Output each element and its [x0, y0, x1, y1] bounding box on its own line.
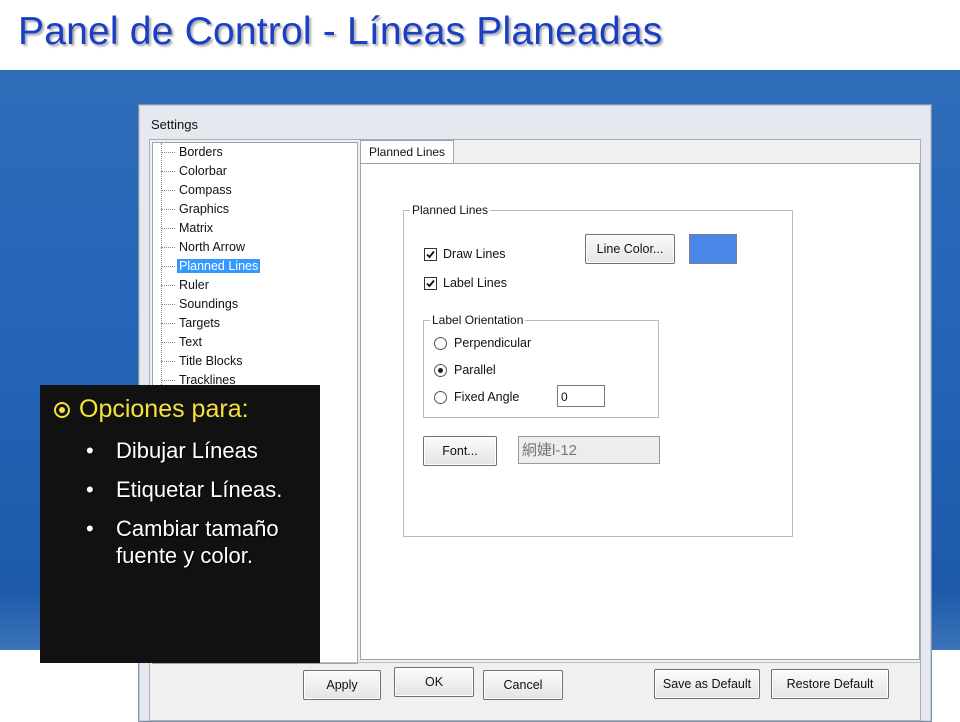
tab-pane-planned-lines: Planned Lines Draw Lines Label Lines Lin… — [360, 163, 920, 660]
tab-strip: Planned Lines — [360, 140, 920, 164]
radio-fixed-angle[interactable]: Fixed Angle — [434, 390, 519, 404]
tree-connector — [161, 152, 175, 154]
tree-item[interactable]: Title Blocks — [161, 352, 244, 371]
callout-heading: Opciones para: — [54, 395, 249, 424]
callout-box: Opciones para: • Dibujar Líneas • Etiquetar… — [40, 385, 320, 663]
tree-item[interactable]: Ruler — [161, 276, 211, 295]
radio-perpendicular-dot — [434, 336, 447, 350]
tree-connector — [161, 228, 175, 230]
tree-connector — [161, 323, 175, 325]
tree-item-label: North Arrow — [179, 240, 245, 254]
tree-item[interactable]: Planned Lines — [161, 257, 261, 276]
tree-item-label: Colorbar — [179, 164, 227, 178]
tree-item[interactable]: Borders — [161, 143, 225, 162]
radio-fixed-angle-dot — [434, 390, 447, 404]
tree-item[interactable]: Colorbar — [161, 162, 229, 181]
callout-list-item: • Dibujar Líneas — [86, 437, 311, 464]
callout-list-item-text: Etiquetar Líneas. — [116, 477, 283, 502]
draw-lines-checkbox[interactable]: Draw Lines — [424, 247, 506, 261]
slide-title: Panel de Control - Líneas Planeadas — [18, 10, 663, 53]
save-as-default-button[interactable]: Save as Default — [654, 669, 760, 699]
tree-connector — [161, 380, 175, 382]
line-color-button[interactable]: Line Color... — [585, 234, 675, 264]
tree-item[interactable]: North Arrow — [161, 238, 247, 257]
tree-item-label: Targets — [179, 316, 220, 330]
tree-connector — [161, 361, 175, 363]
radio-parallel-label: Parallel — [454, 363, 496, 377]
tree-item-label: Matrix — [179, 221, 214, 235]
apply-button[interactable]: Apply — [303, 670, 381, 700]
callout-list-item: • Cambiar tamaño fuente y color. — [86, 515, 311, 569]
fixed-angle-input[interactable]: 0 — [557, 385, 605, 407]
dialog-title: Settings — [151, 117, 198, 132]
planned-lines-group: Planned Lines Draw Lines Label Lines Lin… — [403, 203, 793, 537]
label-lines-checkbox[interactable]: Label Lines — [424, 276, 507, 290]
tree-item-label: Planned Lines — [177, 259, 261, 273]
tree-item-label: Text — [179, 335, 202, 349]
radio-perpendicular-label: Perpendicular — [454, 336, 532, 350]
tree-connector — [161, 266, 175, 268]
bullet-icon: • — [86, 516, 94, 541]
radio-parallel[interactable]: Parallel — [434, 363, 496, 377]
bullet-icon: • — [86, 477, 94, 502]
draw-lines-check-icon — [424, 247, 437, 261]
tree-connector — [161, 342, 175, 344]
font-preview: 絅婕l-12 — [518, 436, 660, 464]
cancel-button[interactable]: Cancel — [483, 670, 563, 700]
tree-item[interactable]: Compass — [161, 181, 234, 200]
tab-planned-lines[interactable]: Planned Lines — [360, 140, 455, 163]
tree-connector — [161, 247, 175, 249]
tree-item[interactable]: Targets — [161, 314, 222, 333]
ok-button[interactable]: OK — [394, 667, 474, 697]
tree-item-label: Title Blocks — [179, 354, 243, 368]
tree-connector — [161, 304, 175, 306]
font-button[interactable]: Font... — [423, 436, 497, 466]
tree-item-label: Borders — [179, 145, 223, 159]
tree-item-label: Compass — [179, 183, 232, 197]
callout-list-item-text: Dibujar Líneas — [116, 438, 258, 463]
tree-item[interactable]: Soundings — [161, 295, 240, 314]
callout-list: • Dibujar Líneas • Etiquetar Líneas. • Cambia… — [86, 437, 311, 581]
label-orientation-group: Label Orientation Perpendicular Parallel… — [423, 313, 659, 418]
label-orientation-legend: Label Orientation — [430, 313, 526, 327]
label-lines-check-icon — [424, 276, 437, 290]
bullet-icon: • — [86, 438, 94, 463]
line-color-swatch — [689, 234, 737, 264]
tree-item[interactable]: Matrix — [161, 219, 215, 238]
radio-fixed-angle-label: Fixed Angle — [454, 390, 520, 404]
tree-item-label: Soundings — [179, 297, 239, 311]
planned-lines-group-legend: Planned Lines — [410, 203, 491, 217]
tree-item[interactable]: Graphics — [161, 200, 231, 219]
tree-connector — [161, 171, 175, 173]
tree-connector — [161, 209, 175, 211]
target-bullet-icon — [54, 401, 70, 418]
draw-lines-label: Draw Lines — [443, 247, 506, 261]
tree-connector — [161, 285, 175, 287]
restore-default-button[interactable]: Restore Default — [771, 669, 889, 699]
callout-list-item-text: Cambiar tamaño fuente y color. — [116, 516, 279, 568]
radio-parallel-dot — [434, 363, 447, 377]
tree-item-label: Graphics — [179, 202, 230, 216]
tree-item[interactable]: Text — [161, 333, 204, 352]
tree-connector — [161, 190, 175, 192]
callout-list-item: • Etiquetar Líneas. — [86, 476, 311, 503]
label-lines-label: Label Lines — [443, 276, 507, 290]
tree-item-label: Ruler — [179, 278, 209, 292]
callout-heading-text: Opciones para: — [79, 395, 249, 423]
radio-perpendicular[interactable]: Perpendicular — [434, 336, 531, 350]
